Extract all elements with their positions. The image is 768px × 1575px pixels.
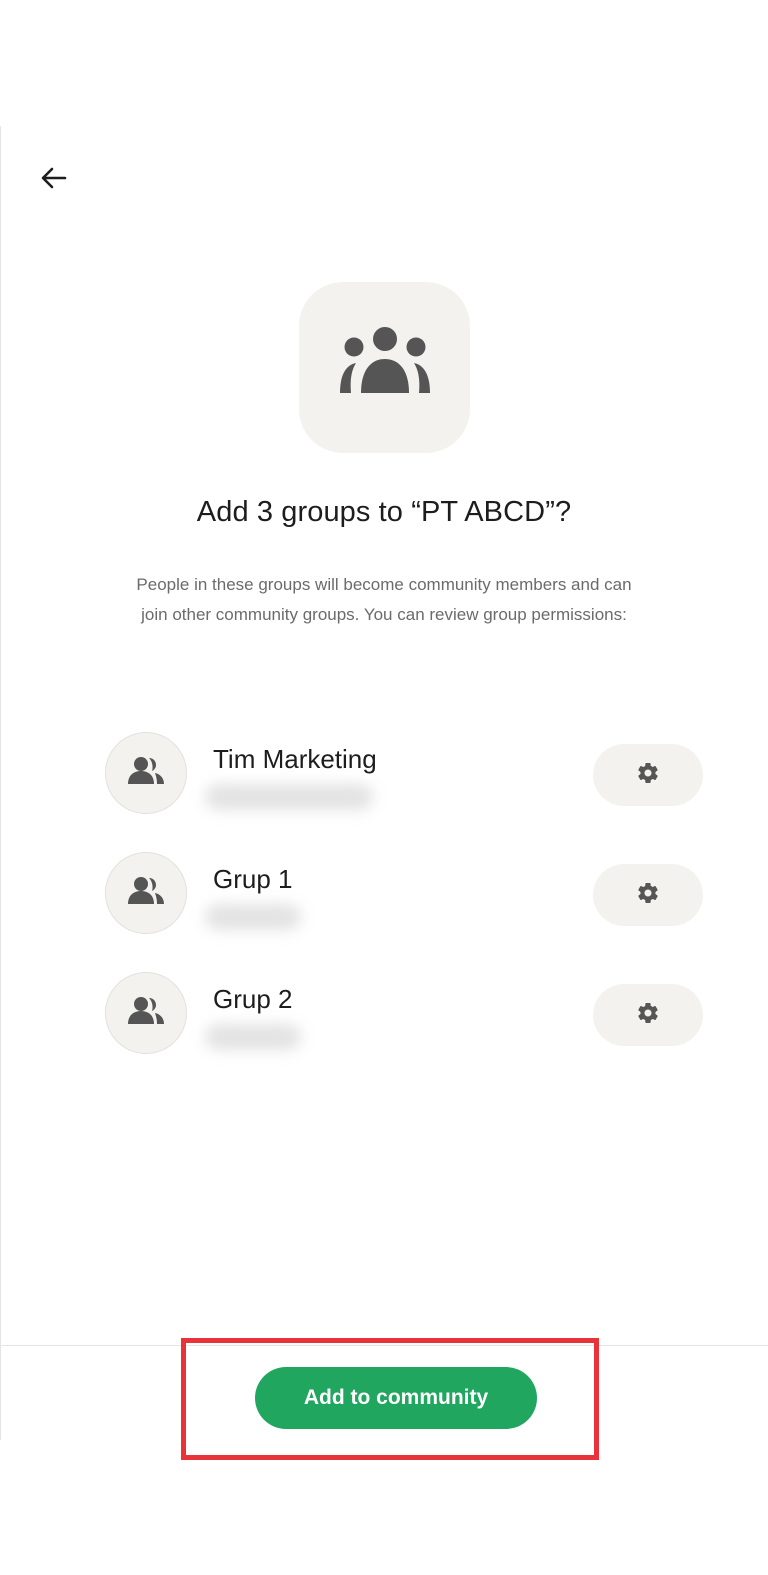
group-row: Tim Marketing: [105, 732, 705, 852]
add-groups-screen: Add 3 groups to “PT ABCD”? People in the…: [0, 0, 768, 1575]
group-name: Grup 1: [213, 864, 293, 894]
group-avatar: [105, 852, 187, 934]
group-permissions-button[interactable]: [593, 984, 703, 1046]
group-people-icon: [126, 753, 166, 794]
arrow-left-icon: [38, 162, 70, 194]
group-name: Grup 2: [213, 984, 293, 1014]
add-to-community-button[interactable]: Add to community: [255, 1367, 537, 1429]
group-subtitle-redacted: [205, 784, 373, 810]
group-permissions-button[interactable]: [593, 864, 703, 926]
group-avatar: [105, 732, 187, 814]
panel-divider: [0, 126, 1, 1440]
community-icon-tile: [299, 282, 470, 453]
dialog-description: People in these groups will become commu…: [136, 575, 632, 624]
group-subtitle-redacted: [205, 904, 301, 930]
group-row: Grup 1: [105, 852, 705, 972]
group-permissions-button[interactable]: [593, 744, 703, 806]
group-people-icon: [126, 873, 166, 914]
gear-icon: [636, 761, 660, 790]
community-group-icon: [330, 325, 440, 410]
group-avatar: [105, 972, 187, 1054]
group-list: Tim Marketing Grup 1 Grup 2: [105, 732, 705, 1092]
back-button[interactable]: [34, 158, 74, 198]
dialog-title: Add 3 groups to “PT ABCD”?: [196, 496, 572, 528]
gear-icon: [636, 1001, 660, 1030]
gear-icon: [636, 881, 660, 910]
group-people-icon: [126, 993, 166, 1034]
group-row: Grup 2: [105, 972, 705, 1092]
group-name: Tim Marketing: [213, 744, 377, 774]
group-subtitle-redacted: [205, 1024, 301, 1050]
